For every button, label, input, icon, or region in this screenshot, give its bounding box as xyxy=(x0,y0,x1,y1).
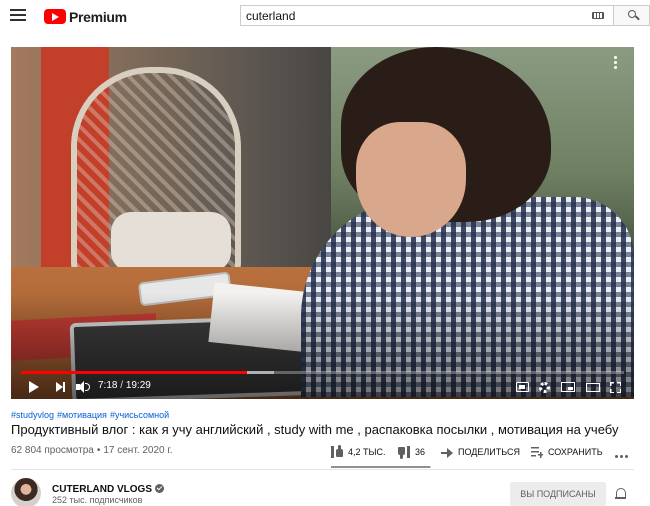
current-time: 7:18 xyxy=(98,380,118,391)
settings-icon[interactable] xyxy=(539,382,550,393)
sentiment-bar xyxy=(331,466,431,468)
video-title: Продуктивный влог : как я учу английский… xyxy=(11,422,619,437)
progress-played xyxy=(21,371,248,374)
masthead: Premium xyxy=(0,0,650,32)
miniplayer-icon[interactable] xyxy=(561,382,575,392)
sentiment-fill xyxy=(331,466,430,468)
dislike-button[interactable]: 36 xyxy=(398,442,425,462)
logo-text: Premium xyxy=(69,8,127,25)
youtube-premium-logo[interactable]: Premium xyxy=(44,8,127,25)
share-button[interactable]: ПОДЕЛИТЬСЯ xyxy=(441,442,520,462)
channel-name[interactable]: CUTERLAND VLOGS xyxy=(52,484,164,495)
duration: 19:29 xyxy=(125,380,151,391)
video-player[interactable]: 7:18 / 19:29 xyxy=(11,47,634,399)
progress-bar[interactable] xyxy=(21,371,624,374)
fullscreen-icon[interactable] xyxy=(610,382,621,393)
time-separator: / xyxy=(117,380,126,391)
theater-icon[interactable] xyxy=(586,383,600,392)
hashtag-link[interactable]: #studyvlog xyxy=(11,410,54,420)
hashtag-link[interactable]: #мотивация xyxy=(57,410,107,420)
save-button[interactable]: СОХРАНИТЬ xyxy=(531,442,603,462)
play-icon[interactable] xyxy=(29,381,39,393)
search-box xyxy=(240,5,613,26)
search-button[interactable] xyxy=(613,5,650,26)
menu-icon[interactable] xyxy=(10,9,26,22)
search-input[interactable] xyxy=(241,6,581,25)
save-label: СОХРАНИТЬ xyxy=(548,447,603,457)
player-controls: 7:18 / 19:29 xyxy=(11,375,634,399)
dislike-count: 36 xyxy=(415,447,426,457)
like-icon xyxy=(331,445,343,458)
verified-icon xyxy=(155,484,164,493)
save-icon xyxy=(531,446,543,458)
like-count: 4,2 ТЫС. xyxy=(348,447,386,457)
more-horiz-icon[interactable] xyxy=(615,450,630,460)
channel-avatar[interactable] xyxy=(11,478,41,506)
next-icon[interactable] xyxy=(56,380,66,394)
hashtag-link[interactable]: #учисьсомной xyxy=(110,410,169,420)
like-button[interactable]: 4,2 ТЫС. xyxy=(331,442,385,462)
video-frame xyxy=(11,47,634,399)
share-label: ПОДЕЛИТЬСЯ xyxy=(458,447,520,457)
time-display: 7:18 / 19:29 xyxy=(98,380,151,391)
volume-icon[interactable] xyxy=(76,380,90,394)
subscribed-button[interactable]: ВЫ ПОДПИСАНЫ xyxy=(510,482,606,506)
channel-name-text: CUTERLAND VLOGS xyxy=(52,484,152,495)
bell-icon[interactable] xyxy=(615,488,626,499)
hashtags: #studyvlog #мотивация #учисьсомной xyxy=(11,410,172,420)
subtitles-icon[interactable] xyxy=(516,382,529,392)
share-icon xyxy=(441,446,453,458)
more-vert-icon[interactable] xyxy=(612,56,618,72)
subscriber-count: 252 тыс. подписчиков xyxy=(52,495,143,505)
action-bar: 4,2 ТЫС. 36 ПОДЕЛИТЬСЯ СОХРАНИТЬ xyxy=(0,442,650,462)
divider xyxy=(11,469,634,470)
dislike-icon xyxy=(398,446,410,458)
youtube-logo-icon xyxy=(44,9,66,24)
keyboard-icon[interactable] xyxy=(592,12,604,19)
